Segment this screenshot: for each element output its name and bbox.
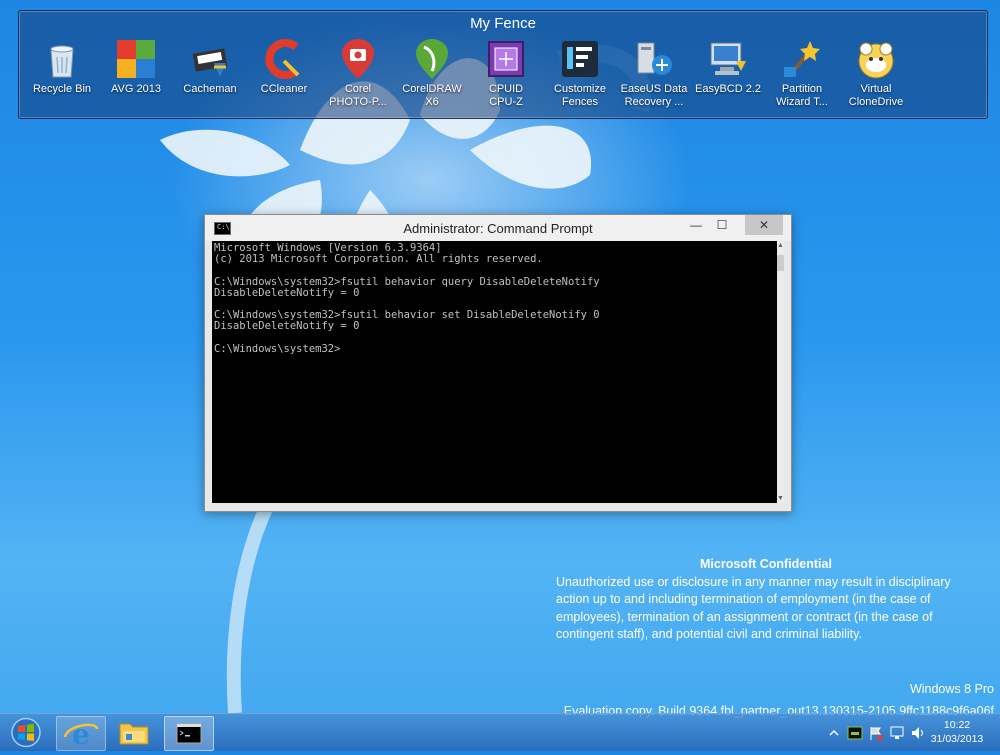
- taskbar-file-explorer[interactable]: [110, 716, 158, 749]
- file-explorer-icon: [119, 723, 149, 745]
- fence-title: My Fence: [470, 15, 536, 32]
- command-prompt-icon: [176, 723, 202, 744]
- console-area[interactable]: Microsoft Windows [Version 6.3.9364] (c)…: [212, 241, 777, 503]
- fence-item-easeus[interactable]: EaseUS Data Recovery ...: [617, 37, 691, 109]
- recycle-bin-icon: [50, 45, 74, 78]
- fence-item-fences[interactable]: Customize Fences: [543, 37, 617, 109]
- fence-items: Recycle Bin AVG 2013 Cacheman CCleaner C…: [19, 37, 987, 109]
- system-tray: [826, 722, 931, 744]
- edition-label: Windows 8 Pro: [909, 682, 994, 696]
- fence-item-easybcd[interactable]: EasyBCD 2.2: [691, 37, 765, 109]
- fence-item-label: EasyBCD 2.2: [694, 83, 762, 95]
- desktop-fence[interactable]: My Fence Recycle Bin AVG 2013 Cacheman C…: [18, 10, 988, 119]
- taskbar-command-prompt[interactable]: [164, 716, 214, 751]
- fence-item-label: Partition Wizard T...: [776, 83, 828, 108]
- fence-item-coreldraw[interactable]: CorelDRAW X6: [395, 37, 469, 109]
- taskbar-internet-explorer[interactable]: e: [56, 716, 106, 751]
- fence-item-virtual-clonedrive[interactable]: Virtual CloneDrive: [839, 37, 913, 109]
- avg-icon: [117, 40, 155, 78]
- ccleaner-icon: [265, 39, 300, 79]
- action-center-flag-icon[interactable]: [868, 725, 884, 741]
- easybcd-icon: [710, 42, 746, 75]
- console-output[interactable]: Microsoft Windows [Version 6.3.9364] (c)…: [212, 241, 777, 357]
- scroll-down-icon[interactable]: ▼: [777, 495, 784, 502]
- fence-item-avg[interactable]: AVG 2013: [99, 37, 173, 109]
- easeus-icon: [637, 42, 672, 75]
- fence-item-corel-photo-paint[interactable]: Corel PHOTO-P...: [321, 37, 395, 109]
- fence-item-partition-wizard[interactable]: Partition Wizard T...: [765, 37, 839, 109]
- fence-item-cpuz[interactable]: CPUID CPU-Z: [469, 37, 543, 109]
- show-hidden-icons-icon[interactable]: [826, 725, 842, 741]
- minimize-button[interactable]: —: [683, 215, 709, 235]
- watermark-heading: Microsoft Confidential: [700, 557, 832, 571]
- internet-explorer-icon: e: [63, 718, 99, 751]
- taskbar-clock[interactable]: 10:22 31/03/2013: [920, 718, 994, 746]
- scroll-up-icon[interactable]: ▲: [777, 242, 784, 249]
- fence-item-label: Recycle Bin: [32, 83, 92, 95]
- watermark-text: Unauthorized use or disclosure in any ma…: [556, 574, 951, 642]
- command-prompt-window[interactable]: C:\_ Administrator: Command Prompt — ☐ ✕…: [204, 214, 792, 512]
- cpuz-icon: [488, 41, 524, 77]
- window-titlebar[interactable]: C:\_ Administrator: Command Prompt — ☐ ✕: [205, 215, 791, 241]
- app-tray-icon[interactable]: [847, 725, 863, 741]
- clock-date: 31/03/2013: [930, 733, 984, 745]
- taskbar: e 10:22 31/03/2013: [0, 713, 1000, 751]
- fence-item-label: EaseUS Data Recovery ...: [620, 83, 688, 108]
- coreldraw-icon: [416, 39, 448, 79]
- fence-item-label: CorelDRAW X6: [402, 83, 462, 108]
- scroll-thumb[interactable]: [777, 255, 784, 271]
- confidential-watermark: Microsoft Confidential Unauthorized use …: [556, 556, 976, 644]
- virtual-clonedrive-icon: [858, 42, 894, 79]
- fence-item-ccleaner[interactable]: CCleaner: [247, 37, 321, 109]
- clock-time: 10:22: [943, 719, 971, 731]
- fence-item-label: CPUID CPU-Z: [488, 83, 524, 108]
- cacheman-icon: [192, 48, 228, 77]
- fence-item-cacheman[interactable]: Cacheman: [173, 37, 247, 109]
- fence-item-label: CCleaner: [260, 83, 308, 95]
- network-icon[interactable]: [889, 725, 905, 741]
- partition-wizard-icon: [784, 41, 820, 77]
- fence-item-label: Virtual CloneDrive: [848, 83, 904, 108]
- fences-icon: [562, 41, 598, 77]
- fence-item-label: Cacheman: [183, 83, 237, 95]
- maximize-button[interactable]: ☐: [709, 215, 735, 235]
- fence-item-recycle-bin[interactable]: Recycle Bin: [25, 37, 99, 109]
- close-button[interactable]: ✕: [745, 215, 783, 235]
- fence-item-label: Customize Fences: [554, 83, 606, 108]
- fence-item-label: AVG 2013: [111, 83, 161, 95]
- svg-text:e: e: [72, 718, 90, 750]
- corel-photo-paint-icon: [342, 39, 374, 79]
- fence-item-label: Corel PHOTO-P...: [329, 83, 387, 108]
- start-button[interactable]: [6, 716, 46, 749]
- vertical-scrollbar[interactable]: ▲ ▼: [777, 241, 784, 503]
